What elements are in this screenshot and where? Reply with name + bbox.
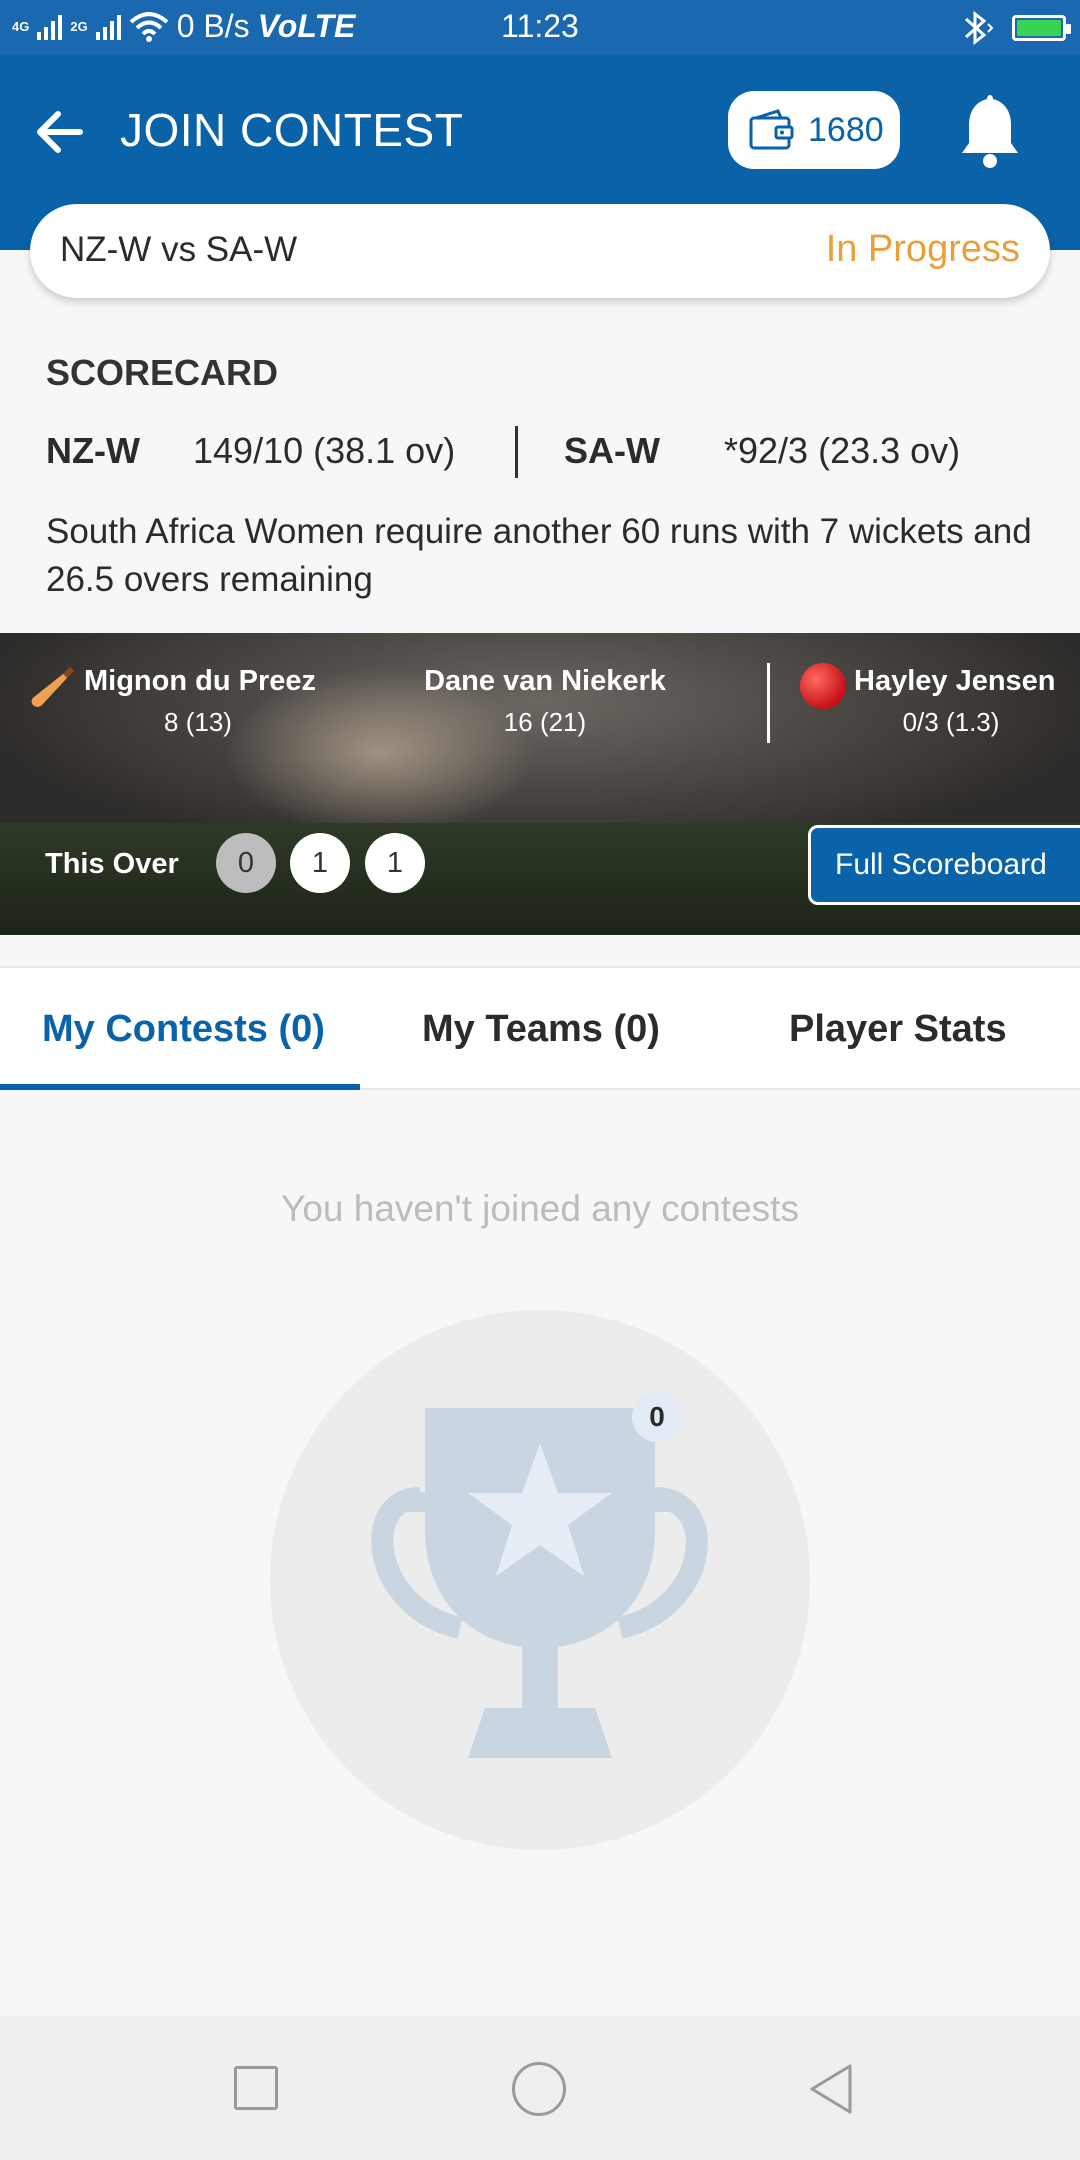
team1-score: 149/10 (38.1 ov) (193, 430, 456, 471)
battery-icon (1012, 15, 1071, 41)
page-title: JOIN CONTEST (120, 104, 464, 156)
match-card[interactable]: NZ-W vs SA-W In Progress (30, 204, 1050, 298)
over-ball-3: 1 (365, 833, 425, 893)
bluetooth-icon (965, 10, 994, 46)
over-ball-2: 1 (290, 833, 350, 893)
team2-score: *92/3 (23.3 ov) (724, 430, 961, 471)
batsman1-name: Mignon du Preez (84, 665, 316, 697)
bowler-divider (767, 663, 770, 743)
live-score-panel: Mignon du Preez 8 (13) Dane van Niekerk … (0, 633, 1080, 935)
empty-state-message: You haven't joined any contests (281, 1188, 799, 1229)
tab-my-contests[interactable]: My Contests (0) (42, 1008, 325, 1051)
system-nav-bar (0, 2016, 1080, 2160)
cricket-ball-icon (800, 663, 846, 709)
nav-back-icon[interactable] (806, 2062, 856, 2116)
batsman2-name: Dane van Niekerk (424, 665, 666, 697)
over-ball-1: 0 (216, 833, 276, 893)
match-name: NZ-W vs SA-W (60, 230, 298, 269)
bell-icon[interactable] (955, 91, 1025, 171)
score-divider (515, 426, 518, 478)
batsman1-score: 8 (13) (164, 707, 232, 737)
wallet-button[interactable]: 1680 (728, 91, 900, 169)
tab-player-stats[interactable]: Player Stats (789, 1008, 1007, 1051)
tab-my-teams[interactable]: My Teams (0) (422, 1008, 660, 1051)
team2-name: SA-W (564, 430, 660, 471)
team1-name: NZ-W (46, 430, 140, 471)
trophy-count-badge: 0 (632, 1392, 682, 1442)
bowler-figures: 0/3 (1.3) (902, 707, 1000, 737)
bowler-name: Hayley Jensen (854, 665, 1056, 697)
recent-apps-button[interactable] (234, 2066, 278, 2110)
batsman2-score: 16 (21) (503, 707, 587, 737)
home-button[interactable] (512, 2062, 566, 2116)
full-scoreboard-button[interactable]: Full Scoreboard (808, 825, 1080, 905)
this-over-label: This Over (45, 848, 179, 880)
match-summary: South Africa Women require another 60 ru… (46, 512, 1032, 599)
wallet-balance: 1680 (808, 110, 884, 149)
match-status: In Progress (825, 228, 1020, 270)
active-tab-indicator (0, 1084, 360, 1090)
tab-bar: My Contests (0) My Teams (0) Player Stat… (0, 966, 1080, 1090)
trophy-icon (371, 1408, 708, 1758)
cricket-bat-icon (31, 667, 74, 707)
wallet-icon (749, 109, 794, 150)
back-arrow-icon[interactable] (30, 102, 90, 162)
scorecard-title: SCORECARD (46, 352, 279, 393)
clock: 11:23 (501, 8, 579, 44)
status-right (958, 10, 1071, 46)
status-bar: 4G 2G 0 B/s VoLTE 11:23 (0, 0, 1080, 55)
